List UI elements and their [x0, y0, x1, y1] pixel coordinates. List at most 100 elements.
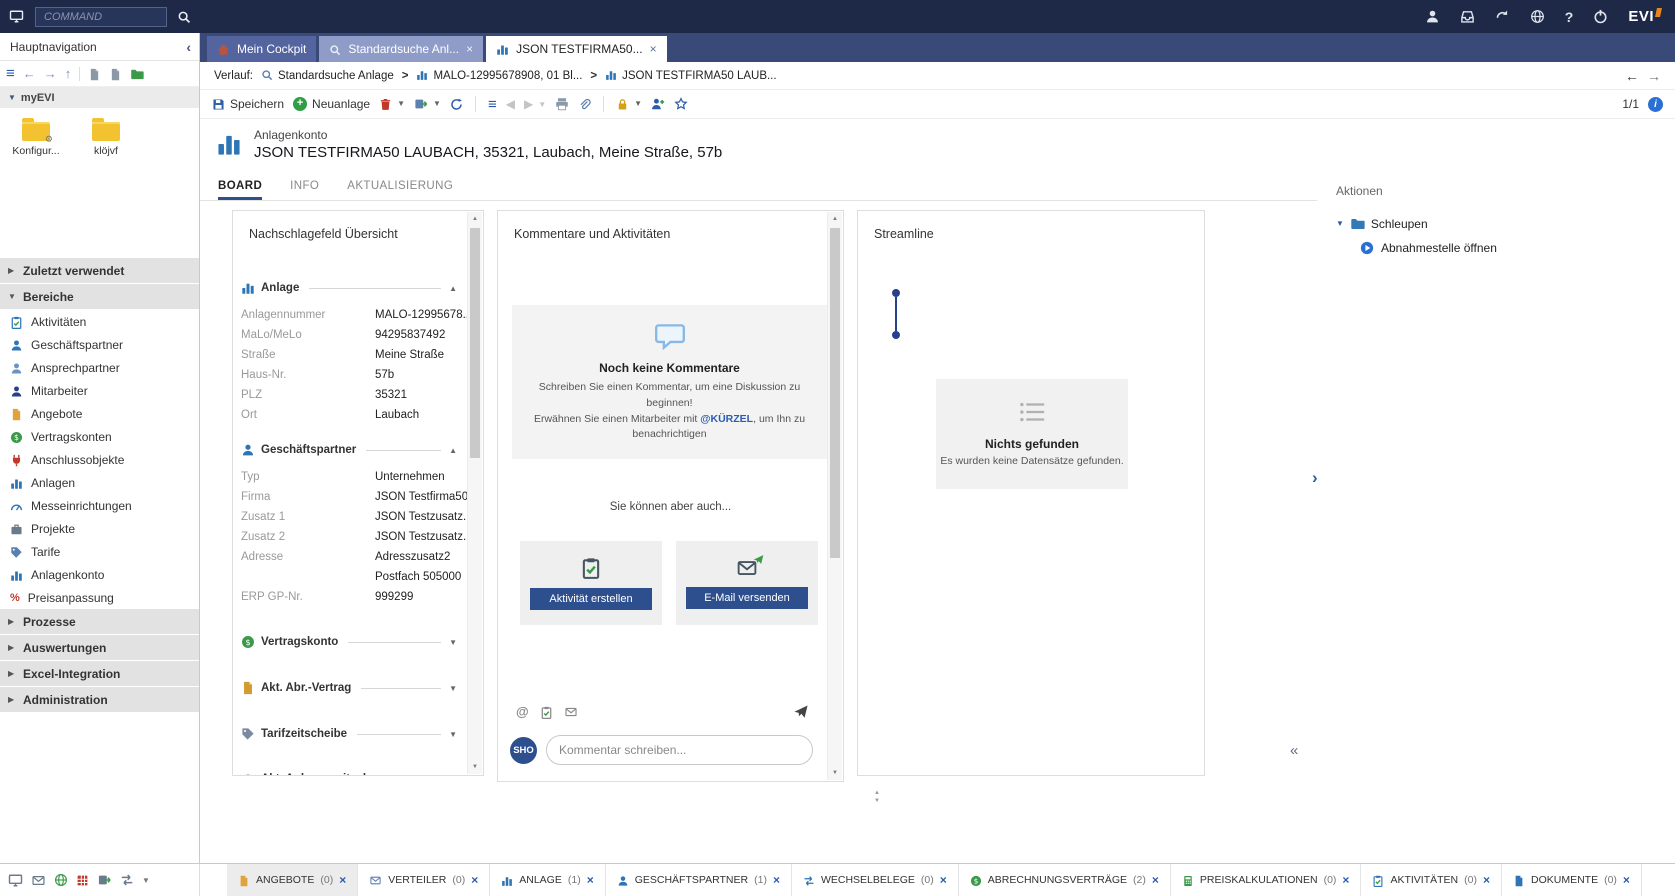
collapse-panel-icon[interactable]: «: [1290, 742, 1298, 759]
folder-konfiguration[interactable]: ⚙ Konfigur...: [12, 118, 60, 190]
scroll-up-icon[interactable]: ▲: [468, 212, 482, 226]
section-geschaeftspartner[interactable]: Geschäftspartner ▲: [241, 439, 457, 461]
relation-tab-wechselbelege[interactable]: WECHSELBELEGE(0)×: [792, 864, 959, 896]
paste-page-icon[interactable]: [109, 66, 122, 80]
menu-button[interactable]: ≡: [488, 96, 497, 113]
section-akt-anlagenzeitscheibe[interactable]: Akt. Anlagenzeitsch. ▼: [241, 768, 457, 776]
close-tab-icon[interactable]: ×: [587, 873, 594, 887]
relation-tab-abrechnungsvertraege[interactable]: ABRECHNUNGSVERTRÄGE(2)×: [959, 864, 1171, 896]
sidebar-item-anschlussobjekte[interactable]: Anschlussobjekte: [0, 448, 199, 471]
save-button[interactable]: Speichern: [212, 97, 284, 111]
sidebar-section-zuletzt-verwendet[interactable]: ▶Zuletzt verwendet: [0, 258, 199, 283]
export-icon[interactable]: [97, 873, 112, 888]
close-tab-icon[interactable]: ×: [650, 42, 657, 56]
attachment-button[interactable]: [578, 97, 591, 111]
sidebar-item-vertragskonten[interactable]: Vertragskonten: [0, 425, 199, 448]
breadcrumb-item-standardsuche[interactable]: Standardsuche Anlage: [261, 69, 394, 81]
chevron-up-icon[interactable]: ▲: [449, 446, 457, 455]
sidebar-section-prozesse[interactable]: ▶Prozesse: [0, 609, 199, 634]
mention-link[interactable]: @KÜRZEL: [700, 413, 753, 425]
caret-down-icon[interactable]: ▼: [433, 99, 441, 108]
myevi-section-header[interactable]: ▼ myEVI: [0, 87, 199, 108]
chevron-down-icon[interactable]: ▼: [449, 638, 457, 647]
relation-tab-geschaeftspartner[interactable]: GESCHÄFTSPARTNER(1)×: [606, 864, 792, 896]
sidebar-item-angebote[interactable]: Angebote: [0, 402, 199, 425]
assign-user-button[interactable]: [651, 97, 665, 112]
relation-tab-dokumente[interactable]: DOKUMENTE(0)×: [1502, 864, 1642, 896]
relation-tab-anlage[interactable]: ANLAGE(1)×: [490, 864, 605, 896]
sidebar-item-messeinrichtungen[interactable]: Messeinrichtungen: [0, 494, 199, 517]
tab-board[interactable]: BOARD: [218, 180, 262, 200]
swap-icon[interactable]: [120, 873, 134, 888]
send-email-button[interactable]: E-Mail versenden: [686, 587, 808, 609]
relation-tab-verteiler[interactable]: VERTEILER(0)×: [358, 864, 490, 896]
sidebar-item-projekte[interactable]: Projekte: [0, 517, 199, 540]
inbox-icon[interactable]: [1460, 9, 1475, 24]
scroll-up-icon[interactable]: ▲: [868, 789, 886, 797]
close-tab-icon[interactable]: ×: [940, 873, 947, 887]
grid-icon[interactable]: [76, 873, 89, 887]
caret-down-icon[interactable]: ▼: [142, 876, 150, 885]
chevron-down-icon[interactable]: ▼: [449, 684, 457, 693]
sidebar-item-mitarbeiter[interactable]: Mitarbeiter: [0, 379, 199, 402]
mail-icon[interactable]: [564, 704, 578, 718]
sidebar-item-geschaeftspartner[interactable]: Geschäftspartner: [0, 333, 199, 356]
sidebar-item-anlagenkonto[interactable]: Anlagenkonto: [0, 563, 199, 586]
scrollbar-thumb[interactable]: [470, 228, 480, 458]
close-tab-icon[interactable]: ×: [1623, 873, 1630, 887]
chevron-up-icon[interactable]: ▲: [449, 284, 457, 293]
previous-record-button[interactable]: ◀: [506, 97, 515, 111]
close-tab-icon[interactable]: ×: [1483, 873, 1490, 887]
section-akt-abr-vertrag[interactable]: Akt. Abr.-Vertrag ▼: [241, 677, 457, 699]
close-tab-icon[interactable]: ×: [339, 873, 346, 887]
section-tarifzeitscheibe[interactable]: Tarifzeitscheibe ▼: [241, 723, 457, 745]
monitor-icon[interactable]: [8, 872, 23, 887]
copy-page-icon[interactable]: [88, 66, 101, 80]
app-logo-icon[interactable]: [8, 9, 25, 24]
tab-mein-cockpit[interactable]: Mein Cockpit: [207, 36, 316, 62]
power-logout-icon[interactable]: [1593, 9, 1608, 24]
new-record-button[interactable]: +Neuanlage: [293, 97, 370, 111]
sidebar-item-anlagen[interactable]: Anlagen: [0, 471, 199, 494]
vertical-scrollbar[interactable]: ▲ ▼: [827, 212, 842, 780]
tab-standardsuche[interactable]: Standardsuche Anl... ×: [319, 36, 483, 62]
sidebar-item-ansprechpartner[interactable]: Ansprechpartner: [0, 356, 199, 379]
nav-forward-icon[interactable]: →: [44, 66, 57, 81]
comment-input[interactable]: [546, 735, 813, 765]
send-comment-icon[interactable]: [793, 704, 809, 719]
relation-tab-preiskalkulationen[interactable]: PREISKALKULATIONEN(0)×: [1171, 864, 1362, 896]
collapse-sidebar-icon[interactable]: ‹: [186, 39, 191, 55]
command-input[interactable]: [35, 7, 167, 27]
sidebar-section-auswertungen[interactable]: ▶Auswertungen: [0, 635, 199, 660]
scroll-down-icon[interactable]: ▼: [828, 766, 842, 780]
sidebar-item-aktivitaeten[interactable]: Aktivitäten: [0, 310, 199, 333]
user-icon[interactable]: [1425, 9, 1440, 24]
caret-down-icon[interactable]: ▼: [634, 99, 642, 108]
sidebar-item-tarife[interactable]: Tarife: [0, 540, 199, 563]
tab-json-testfirma50[interactable]: JSON TESTFIRMA50... ×: [486, 36, 666, 62]
tab-aktualisierung[interactable]: AKTUALISIERUNG: [347, 180, 453, 200]
action-abnahmestelle-oeffnen[interactable]: Abnahmestelle öffnen: [1360, 240, 1660, 255]
caret-down-icon[interactable]: ▼: [397, 99, 405, 108]
vertical-scrollbar[interactable]: ▲ ▼: [467, 212, 482, 774]
lock-button[interactable]: ▼: [616, 97, 642, 111]
task-icon[interactable]: [540, 704, 553, 718]
globe-icon[interactable]: [54, 873, 68, 888]
breadcrumb-item-json-testfirma[interactable]: JSON TESTFIRMA50 LAUB...: [605, 69, 776, 81]
chevron-down-icon[interactable]: ▼: [449, 775, 457, 777]
folder-klojvf[interactable]: klöjvf: [82, 118, 130, 190]
sidebar-section-excel-integration[interactable]: ▶Excel-Integration: [0, 661, 199, 686]
breadcrumb-item-malo[interactable]: MALO-12995678908, 01 Bl...: [416, 69, 582, 81]
section-anlage[interactable]: Anlage ▲: [241, 277, 457, 299]
history-forward-icon[interactable]: →: [1647, 68, 1661, 84]
sidebar-section-administration[interactable]: ▶Administration: [0, 687, 199, 712]
section-vertragskonto[interactable]: Vertragskonto ▼: [241, 631, 457, 653]
sidebar-section-bereiche[interactable]: ▼Bereiche: [0, 284, 199, 309]
mail-icon[interactable]: [31, 873, 46, 887]
close-tab-icon[interactable]: ×: [1342, 873, 1349, 887]
nav-up-icon[interactable]: ↑: [65, 66, 72, 81]
close-tab-icon[interactable]: ×: [466, 42, 473, 56]
globe-session-icon[interactable]: [1530, 9, 1545, 24]
actions-group-schleupen[interactable]: ▼ Schleupen: [1336, 216, 1660, 231]
info-icon[interactable]: i: [1648, 97, 1663, 112]
